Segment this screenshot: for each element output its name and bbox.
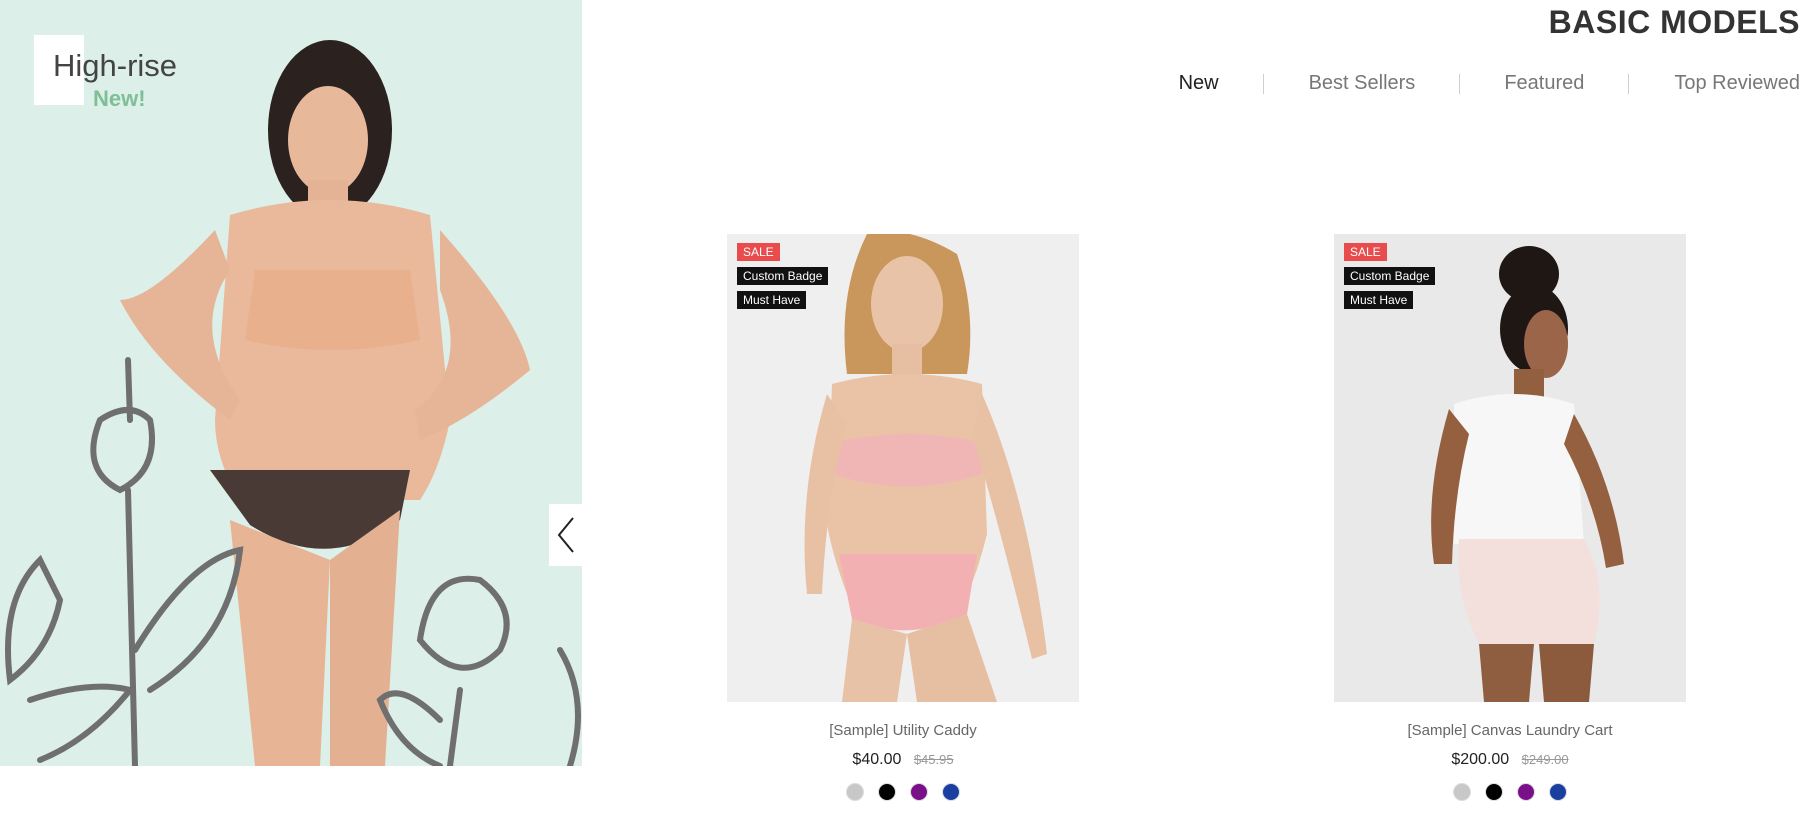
price-row: $40.00 $45.95: [727, 751, 1079, 769]
must-have-badge: Must Have: [1344, 291, 1414, 309]
product-card: SALE Custom Badge Must Have [Sample] Can…: [1334, 234, 1686, 801]
swatch-black[interactable]: [878, 783, 896, 801]
product-old-price: $249.00: [1521, 752, 1569, 767]
product-price: $200.00: [1451, 751, 1510, 768]
product-image[interactable]: SALE Custom Badge Must Have: [1334, 234, 1686, 702]
product-tabs: New Best Sellers Featured Top Reviewed: [1179, 72, 1800, 95]
custom-badge: Custom Badge: [737, 267, 829, 285]
product-name[interactable]: [Sample] Utility Caddy: [727, 722, 1079, 739]
must-have-badge: Must Have: [737, 291, 807, 309]
tab-new[interactable]: New: [1179, 72, 1219, 95]
tab-divider: [1262, 73, 1264, 94]
product-old-price: $45.95: [913, 752, 954, 767]
custom-badge: Custom Badge: [1344, 267, 1436, 285]
swatch-gray[interactable]: [846, 783, 864, 801]
product-name[interactable]: [Sample] Canvas Laundry Cart: [1334, 722, 1686, 739]
tab-divider: [1459, 73, 1461, 94]
model-figure: [120, 40, 530, 766]
swatch-purple[interactable]: [1517, 783, 1535, 801]
swatch-purple[interactable]: [910, 783, 928, 801]
tab-featured[interactable]: Featured: [1504, 72, 1584, 95]
badge-group: SALE Custom Badge Must Have: [737, 243, 829, 309]
color-swatches: [727, 783, 1079, 801]
chevron-left-icon: [557, 517, 574, 553]
sale-badge: SALE: [1344, 243, 1387, 261]
color-swatches: [1334, 783, 1686, 801]
page: High-rise New! BASIC MODELS New Best Sel…: [0, 0, 1804, 814]
sale-badge: SALE: [737, 243, 780, 261]
tab-divider: [1628, 73, 1630, 94]
swatch-blue[interactable]: [1549, 783, 1567, 801]
price-row: $200.00 $249.00: [1334, 751, 1686, 769]
tab-best-sellers[interactable]: Best Sellers: [1309, 72, 1416, 95]
banner-prev-button[interactable]: [549, 504, 582, 566]
promo-banner[interactable]: High-rise New!: [0, 0, 582, 766]
badge-group: SALE Custom Badge Must Have: [1344, 243, 1436, 309]
banner-title: High-rise: [53, 48, 178, 83]
swatch-blue[interactable]: [942, 783, 960, 801]
section-title: BASIC MODELS: [1548, 4, 1800, 40]
product-price: $40.00: [852, 751, 902, 768]
product-image[interactable]: SALE Custom Badge Must Have: [727, 234, 1079, 702]
swatch-black[interactable]: [1485, 783, 1503, 801]
banner-illustration: [5, 40, 581, 766]
swatch-gray[interactable]: [1453, 783, 1471, 801]
banner-subtitle: New!: [93, 86, 146, 111]
product-card: SALE Custom Badge Must Have [Sample] Uti…: [727, 234, 1079, 801]
tab-top-reviewed[interactable]: Top Reviewed: [1674, 72, 1800, 95]
